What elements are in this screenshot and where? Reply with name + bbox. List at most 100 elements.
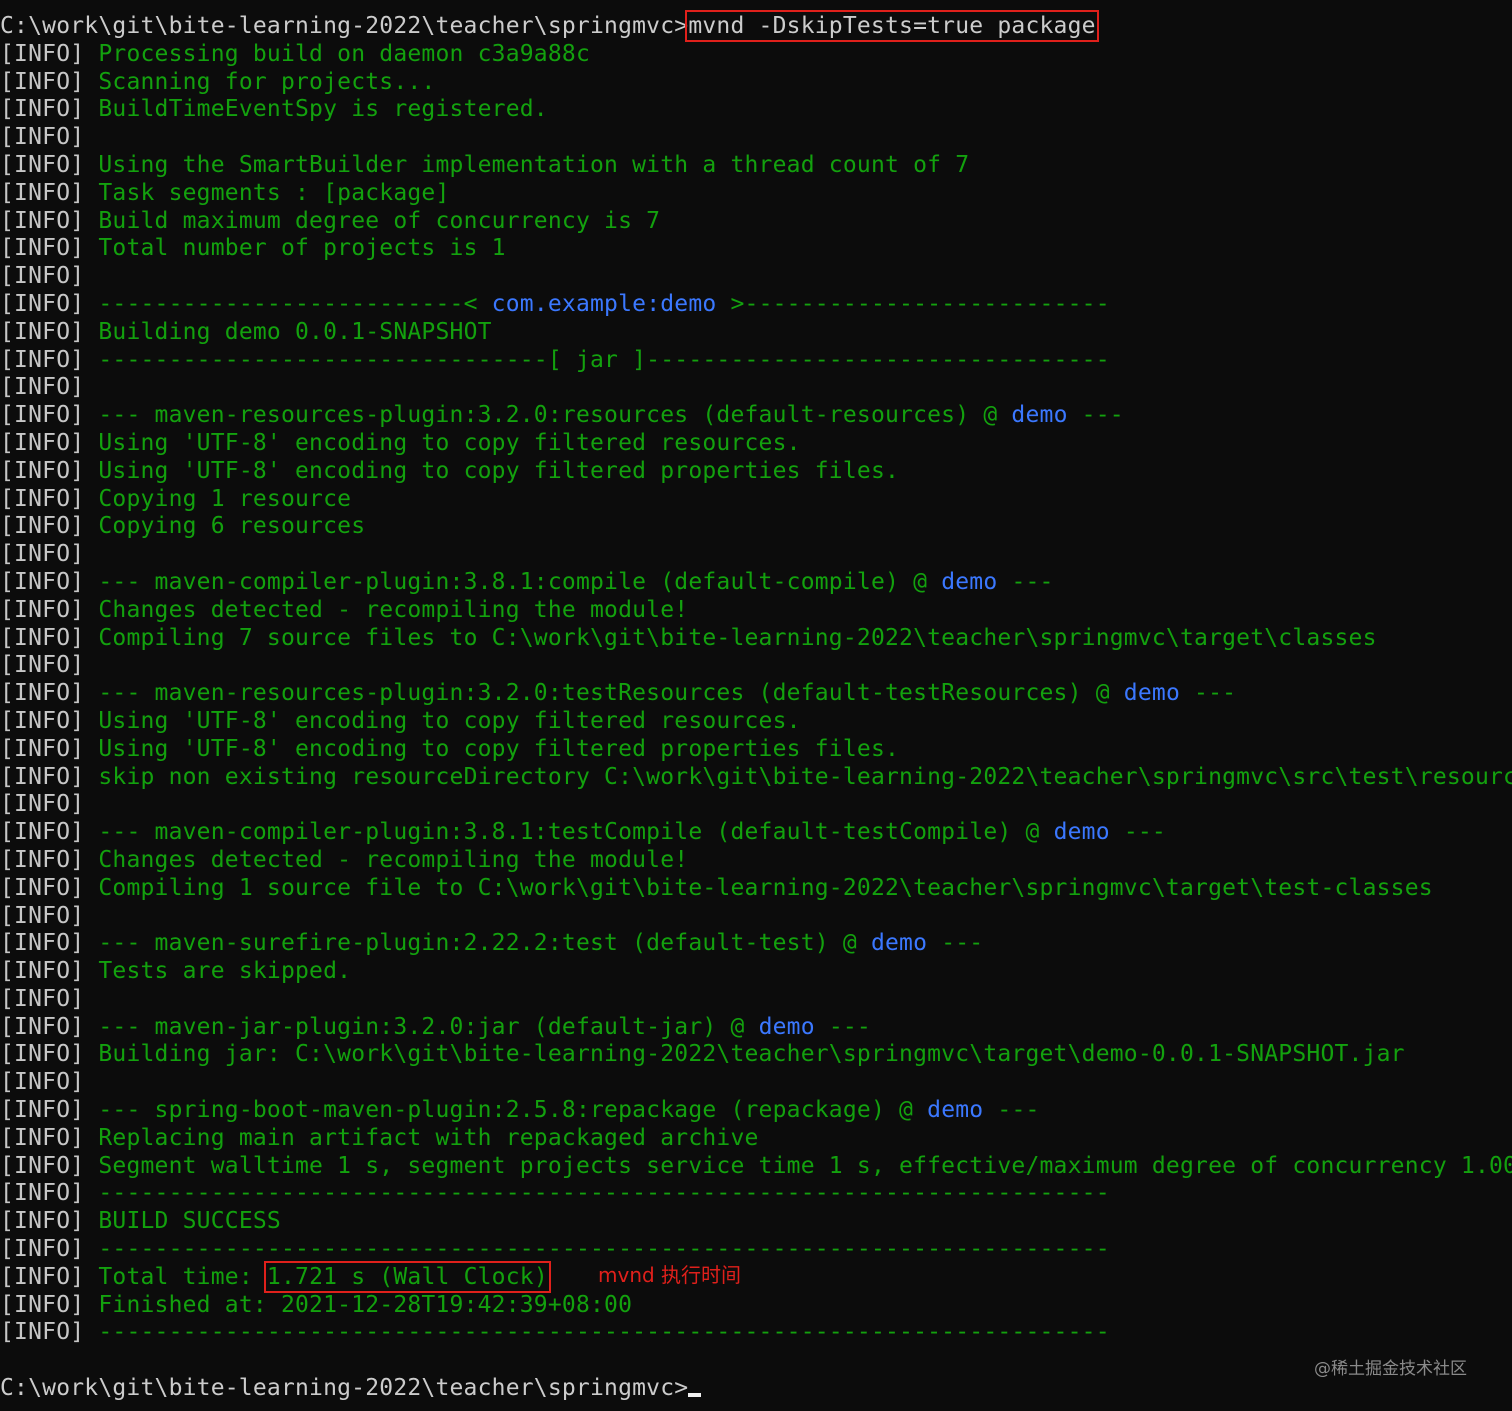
log-message: Using the SmartBuilder implementation wi… xyxy=(84,151,970,178)
log-message: Using 'UTF-8' encoding to copy filtered … xyxy=(84,429,801,456)
project-name: demo xyxy=(758,1013,815,1040)
log-message: Copying 1 resource xyxy=(84,485,352,512)
info-tag: [INFO] xyxy=(0,930,85,957)
log-message: ----------------------------------------… xyxy=(84,1319,1110,1346)
info-tag: [INFO] xyxy=(0,763,85,790)
info-tag: [INFO] xyxy=(0,179,85,206)
log-line: [INFO] --- spring-boot-maven-plugin:2.5.… xyxy=(0,1097,1512,1125)
info-tag: [INFO] xyxy=(0,124,85,151)
log-line: [INFO] BUILD SUCCESS xyxy=(0,1208,1512,1236)
log-message: Compiling 7 source files to C:\work\git\… xyxy=(84,624,1377,651)
log-line: [INFO] xyxy=(0,541,1512,569)
info-tag: [INFO] xyxy=(0,1236,85,1263)
log-message: Processing build on daemon c3a9a88c xyxy=(84,40,590,67)
log-line: [INFO] --- maven-compiler-plugin:3.8.1:c… xyxy=(0,569,1512,597)
info-tag: [INFO] xyxy=(0,1319,85,1346)
info-tag: [INFO] xyxy=(0,457,85,484)
log-line: [INFO] xyxy=(0,374,1512,402)
info-tag: [INFO] xyxy=(0,596,85,623)
project-name: demo xyxy=(1011,402,1068,429)
final-prompt-line[interactable]: C:\work\git\bite-learning-2022\teacher\s… xyxy=(0,1375,1512,1403)
info-tag: [INFO] xyxy=(0,1263,85,1290)
info-tag: [INFO] xyxy=(0,568,85,595)
log-message-suffix: --- xyxy=(814,1013,871,1040)
info-tag: [INFO] xyxy=(0,40,85,67)
log-line: [INFO] Copying 6 resources xyxy=(0,513,1512,541)
final-prompt: C:\work\git\bite-learning-2022\teacher\s… xyxy=(0,1375,689,1402)
log-message: Total time: xyxy=(84,1263,267,1290)
log-message: Task segments : [package] xyxy=(84,179,450,206)
log-line: [INFO] --- maven-resources-plugin:3.2.0:… xyxy=(0,402,1512,430)
log-message-suffix: --- xyxy=(983,1097,1040,1124)
log-message: Copying 6 resources xyxy=(84,513,366,540)
log-message-suffix: --- xyxy=(927,930,984,957)
log-line: [INFO] Processing build on daemon c3a9a8… xyxy=(0,41,1512,69)
info-tag: [INFO] xyxy=(0,207,85,234)
log-line: [INFO] Using 'UTF-8' encoding to copy fi… xyxy=(0,458,1512,486)
log-line: [INFO] Segment walltime 1 s, segment pro… xyxy=(0,1153,1512,1181)
log-line: [INFO] Finished at: 2021-12-28T19:42:39+… xyxy=(0,1292,1512,1320)
info-tag: [INFO] xyxy=(0,707,85,734)
log-line: [INFO] Using 'UTF-8' encoding to copy fi… xyxy=(0,708,1512,736)
log-message: Replacing main artifact with repackaged … xyxy=(84,1124,759,1151)
log-message-suffix: >-------------------------- xyxy=(716,290,1110,317)
log-message: Changes detected - recompiling the modul… xyxy=(84,846,689,873)
log-message: --- maven-resources-plugin:3.2.0:resourc… xyxy=(84,402,1012,429)
log-message: Building demo 0.0.1-SNAPSHOT xyxy=(84,318,492,345)
log-message: Total number of projects is 1 xyxy=(84,235,506,262)
log-line: [INFO] Using 'UTF-8' encoding to copy fi… xyxy=(0,430,1512,458)
log-message: Segment walltime 1 s, segment projects s… xyxy=(84,1152,1512,1179)
info-tag: [INFO] xyxy=(0,429,85,456)
log-line: [INFO] skip non existing resourceDirecto… xyxy=(0,764,1512,792)
info-tag: [INFO] xyxy=(0,958,85,985)
log-line: [INFO] --- maven-jar-plugin:3.2.0:jar (d… xyxy=(0,1014,1512,1042)
info-tag: [INFO] xyxy=(0,874,85,901)
log-line: [INFO] xyxy=(0,652,1512,680)
log-message: --- maven-resources-plugin:3.2.0:testRes… xyxy=(84,680,1124,707)
prompt-path: C:\work\git\bite-learning-2022\teacher\s… xyxy=(0,13,689,39)
log-message: --- maven-surefire-plugin:2.22.2:test (d… xyxy=(84,930,871,957)
log-line: [INFO] Building jar: C:\work\git\bite-le… xyxy=(0,1041,1512,1069)
info-tag: [INFO] xyxy=(0,1152,85,1179)
info-tag: [INFO] xyxy=(0,96,85,123)
log-message: Using 'UTF-8' encoding to copy filtered … xyxy=(84,457,900,484)
info-tag: [INFO] xyxy=(0,402,85,429)
log-message: skip non existing resourceDirectory C:\w… xyxy=(84,763,1512,790)
info-tag: [INFO] xyxy=(0,1013,85,1040)
log-message: BuildTimeEventSpy is registered. xyxy=(84,96,548,123)
log-message: Compiling 1 source file to C:\work\git\b… xyxy=(84,874,1433,901)
info-tag: [INFO] xyxy=(0,624,85,651)
info-tag: [INFO] xyxy=(0,985,85,1012)
info-tag: [INFO] xyxy=(0,652,85,679)
log-output: [INFO] Processing build on daemon c3a9a8… xyxy=(0,41,1512,1375)
terminal-window[interactable]: C:\work\git\bite-learning-2022\teacher\s… xyxy=(0,0,1512,1411)
project-name: demo xyxy=(1123,680,1180,707)
info-tag: [INFO] xyxy=(0,263,85,290)
log-line: [INFO] --- maven-compiler-plugin:3.8.1:t… xyxy=(0,819,1512,847)
info-tag: [INFO] xyxy=(0,819,85,846)
log-message: --------------------------------[ jar ]-… xyxy=(84,346,1110,373)
log-message: Finished at: 2021-12-28T19:42:39+08:00 xyxy=(84,1291,633,1318)
log-line: [INFO] Scanning for projects... xyxy=(0,69,1512,97)
info-tag: [INFO] xyxy=(0,1041,85,1068)
info-tag: [INFO] xyxy=(0,235,85,262)
log-line: [INFO] Total time: 1.721 s (Wall Clock) xyxy=(0,1260,1512,1293)
log-line: [INFO] xyxy=(0,986,1512,1014)
info-tag: [INFO] xyxy=(0,290,85,317)
log-message: Building jar: C:\work\git\bite-learning-… xyxy=(84,1041,1405,1068)
info-tag: [INFO] xyxy=(0,735,85,762)
info-tag: [INFO] xyxy=(0,1180,85,1207)
info-tag: [INFO] xyxy=(0,1208,85,1235)
log-line: [INFO] BuildTimeEventSpy is registered. xyxy=(0,96,1512,124)
log-line: [INFO] Copying 1 resource xyxy=(0,486,1512,514)
info-tag: [INFO] xyxy=(0,1124,85,1151)
log-line: [INFO] Using the SmartBuilder implementa… xyxy=(0,152,1512,180)
info-tag: [INFO] xyxy=(0,902,85,929)
log-message: --------------------------< xyxy=(84,290,492,317)
log-line: [INFO] Building demo 0.0.1-SNAPSHOT xyxy=(0,319,1512,347)
log-message-suffix: --- xyxy=(1180,680,1237,707)
log-line: [INFO] --------------------------------[… xyxy=(0,347,1512,375)
watermark: @稀土掘金技术社区 xyxy=(1314,1359,1467,1379)
log-line: [INFO] Task segments : [package] xyxy=(0,180,1512,208)
